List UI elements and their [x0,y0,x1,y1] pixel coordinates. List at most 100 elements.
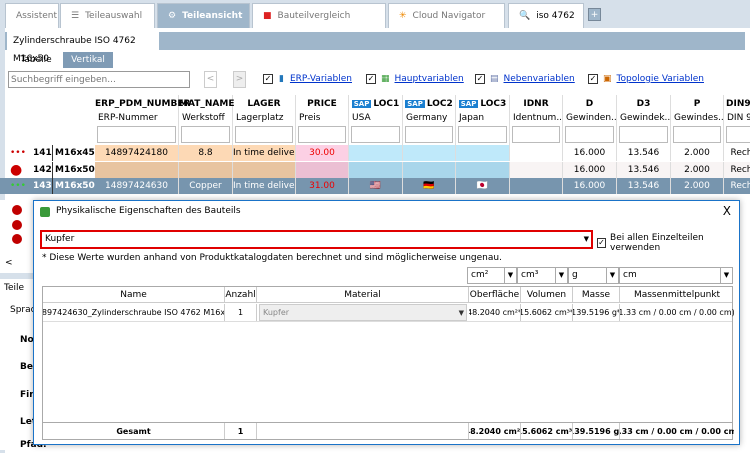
column-filter-input[interactable] [726,126,750,143]
column-filter-input[interactable] [512,126,560,143]
col-volumen: Volumen [521,287,573,302]
col-anzahl: Anzahl [225,287,257,302]
prev-button[interactable]: < [204,71,217,88]
table-cell: In time delivery [233,145,296,161]
tab-bauteilvergleich[interactable]: ■ Bauteilvergleich [252,3,386,28]
neben-checkbox[interactable]: ✓ [475,74,485,84]
search-input[interactable] [8,71,190,88]
table-cell [349,145,403,161]
material-select[interactable]: Kupfer ▼ [40,230,593,249]
status-dot [12,234,22,244]
table-cell [403,161,456,178]
neben-filter[interactable]: ✓ ▤ Nebenvariablen [475,74,575,84]
table-cell: Copper [179,178,233,194]
tab-assistent[interactable]: Assistent [5,3,59,28]
column-header[interactable]: LAGER Lagerplatz [233,95,296,145]
mass-unit-select[interactable]: g ▼ [568,267,619,284]
topologie-filter[interactable]: ✓ ▣ Topologie Variablen [588,74,704,84]
sap-logo: SAP [458,100,479,108]
table-cell [456,145,510,161]
column-header[interactable]: MAT_NAME Werkstoff [179,95,234,145]
field-label: Be [20,362,33,372]
haupt-filter[interactable]: ✓ ▦ Hauptvariablen [366,74,464,84]
table-cell: 2.000 [671,161,724,178]
column-header[interactable]: SAP LOC2 Germany [403,95,456,145]
column-header[interactable]: IDNR Identnum... [510,95,563,145]
column-header[interactable]: SAP LOC1 USA [349,95,403,145]
row-material-select[interactable]: Kupfer ▼ [259,304,467,321]
tab-search-iso[interactable]: 🔍 iso 4762 [508,3,584,28]
column-filter-input[interactable] [97,126,176,143]
column-header[interactable]: D Gewinden... [563,95,617,145]
add-tab-button[interactable]: + [588,8,601,21]
lang-label: Sprac [10,305,36,315]
total-volume: 15.6062 cm³* [521,423,573,439]
divider [0,273,35,279]
column-filter-input[interactable] [235,126,293,143]
column-header[interactable]: DIN96DIN 96 [724,95,750,145]
column-filter-input[interactable] [298,126,346,143]
column-header[interactable]: P Gewindes... [671,95,724,145]
erp-checkbox[interactable]: ✓ [263,74,273,84]
parts-icon: ⚙ [168,11,177,21]
table-cell [296,161,349,178]
column-filter-input[interactable] [405,126,453,143]
table-cell: 🇯🇵 [456,178,510,194]
row-surface: 48.2040 cm²* [469,304,521,321]
column-header[interactable]: ERP_PDM_NUMBER ERP-Nummer [95,95,190,145]
table-cell: In time delivery [233,178,296,194]
close-button[interactable]: X [723,204,731,218]
erp-filter[interactable]: ✓ ▮ ERP-Variablen [263,74,352,84]
column-header[interactable]: PRICE Preis [296,95,349,145]
table-cell: 14897424630 [95,178,179,194]
haupt-checkbox[interactable]: ✓ [366,74,376,84]
surface-unit-select[interactable]: cm² ▼ [467,267,517,284]
table-cell: 13.546 [617,161,671,178]
tab-cloud-navigator[interactable]: ✳ Cloud Navigator [388,3,505,28]
row-volume: 15.6062 cm³* [521,304,573,321]
total-label: Gesamt [43,423,225,439]
table-cell [510,161,563,178]
field-label: No [20,335,34,345]
table-cell: 16.000 [563,145,617,161]
column-filter-input[interactable] [565,126,614,143]
column-filter-input[interactable] [181,126,230,143]
left-panel: < Teile Sprac No Be Fir Let Pfad: [0,200,47,450]
column-filter-input[interactable] [458,126,507,143]
column-filter-input[interactable] [351,126,400,143]
table-cell [179,161,233,178]
grid-header: Name Anzahl Material Oberfläche Volumen … [43,287,732,303]
doc-tab[interactable]: Zylinderschraube ISO 4762 M16x50 [7,32,159,64]
table-row[interactable]: ••• 141 M16x45 14897424180 8.8 In time delive… [0,145,750,161]
teile-tab[interactable]: Teile [4,283,24,293]
table-cell [349,161,403,178]
chevron-down-icon: ▼ [555,268,567,283]
tab-tabelle[interactable]: Tabelle [9,52,63,68]
table-row[interactable]: 14897424630_Zylinderschraube ISO 4762 M1… [43,304,734,322]
status-dot [12,205,22,215]
apply-all-option[interactable]: ✓ Bei allen Einzelteilen verwenden [597,233,739,253]
center-unit-select[interactable]: cm ▼ [619,267,733,284]
tab-vertikal[interactable]: Vertikal [63,52,113,68]
status-icon: ••• [10,181,26,191]
column-filter-input[interactable] [619,126,668,143]
column-filter-input[interactable] [673,126,721,143]
row-name: 14897424630_Zylinderschraube ISO 4762 M1… [43,304,225,321]
table-row[interactable]: ••• 143 M16x50 14897424630 Copper In time del… [0,178,750,194]
scroll-left-button[interactable]: < [5,258,13,268]
column-header[interactable]: D3 Gewindek... [617,95,671,145]
volume-unit-select[interactable]: cm³ ▼ [517,267,568,284]
column-header[interactable]: SAP LOC3 Japan [456,95,510,145]
table-cell: 16.000 [563,161,617,178]
tab-teileansicht[interactable]: ⚙ Teileansicht [157,3,250,28]
total-material [257,423,469,439]
table-cell [233,161,296,178]
next-button[interactable]: > [233,71,246,88]
total-center: (1.33 cm / 0.00 cm / 0.00 cm)* [620,426,734,436]
topologie-checkbox[interactable]: ✓ [588,74,598,84]
table-row[interactable]: ●142M16x5016.00013.5462.000Rech [0,161,750,178]
table-cell: 8.8 [179,145,233,161]
apply-all-checkbox[interactable]: ✓ [597,238,607,248]
tab-teileauswahl[interactable]: ☰ Teileauswahl [60,3,155,28]
table-cell: 16.000 [563,178,617,194]
